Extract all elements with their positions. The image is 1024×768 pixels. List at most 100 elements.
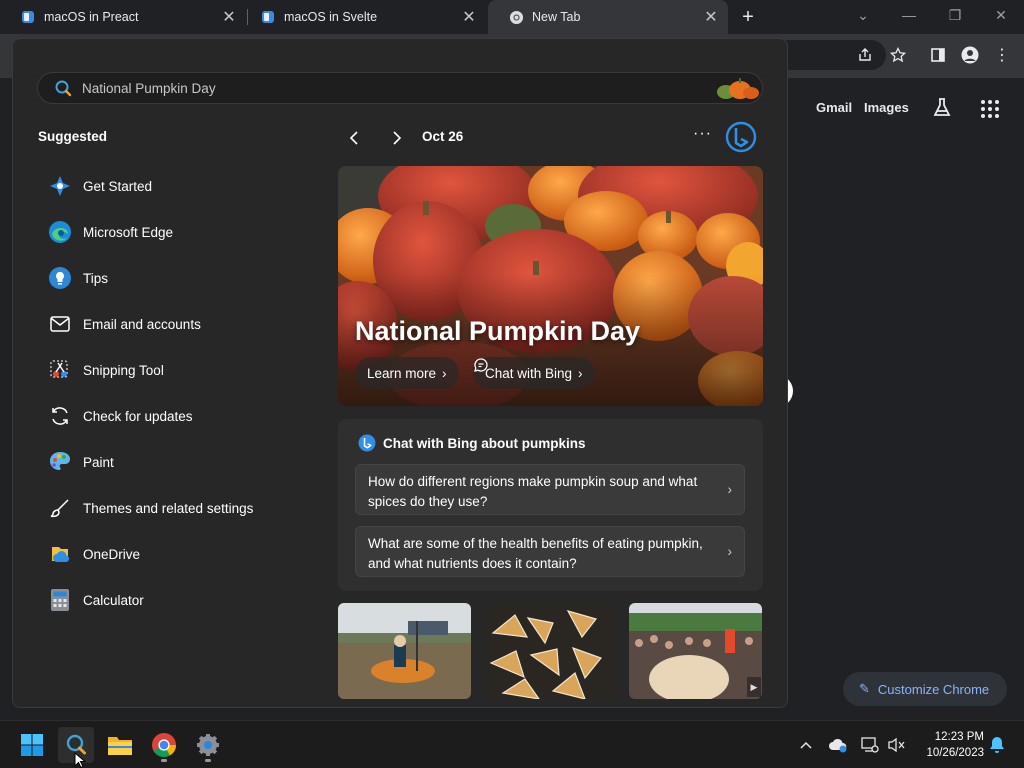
file-explorer-button[interactable] <box>102 727 138 763</box>
suggested-apps-list: Get Started Microsoft Edge Tips Email an… <box>47 163 317 623</box>
windows-search-panel: National Pumpkin Day Suggested Get Start… <box>12 38 788 708</box>
tips-icon <box>47 265 73 291</box>
refresh-icon <box>47 403 73 429</box>
chat-suggestion-text: How do different regions make pumpkin so… <box>368 474 698 509</box>
app-item-onedrive[interactable]: OneDrive <box>47 531 317 577</box>
app-label: Themes and related settings <box>83 500 254 516</box>
bing-chat-icon[interactable] <box>725 121 757 153</box>
app-label: Snipping Tool <box>83 362 164 378</box>
app-item-check-for-updates[interactable]: Check for updates <box>47 393 317 439</box>
app-label: Check for updates <box>83 408 193 424</box>
app-label: Paint <box>83 454 114 470</box>
macos-favicon-icon <box>260 9 276 25</box>
tab-macos-svelte[interactable]: macOS in Svelte ✕ <box>240 0 486 34</box>
next-day-button[interactable] <box>385 127 407 149</box>
suggested-heading: Suggested <box>38 129 108 144</box>
running-indicator <box>161 759 167 762</box>
search-icon <box>55 80 72 97</box>
tab-search-icon[interactable]: ⌄ <box>849 3 877 27</box>
highlight-date: Oct 26 <box>422 129 464 144</box>
pumpkins-search-highlight-icon <box>717 78 759 99</box>
bing-icon <box>358 434 376 452</box>
running-indicator <box>205 759 211 762</box>
volume-muted-icon[interactable] <box>886 735 906 755</box>
brush-icon <box>47 495 73 521</box>
start-icon <box>21 734 43 756</box>
customize-chrome-label: Customize Chrome <box>877 681 990 697</box>
start-button[interactable] <box>14 727 50 763</box>
mail-icon <box>47 311 73 337</box>
pumpkin-boat-thumbnail[interactable] <box>338 603 471 699</box>
search-highlight-hero[interactable]: National Pumpkin Day Learn more › Chat w… <box>338 166 763 406</box>
giant-pumpkin-thumbnail[interactable] <box>629 603 762 699</box>
restore-icon[interactable]: ❐ <box>941 3 969 27</box>
app-item-snipping-tool[interactable]: Snipping Tool <box>47 347 317 393</box>
app-item-themes-settings[interactable]: Themes and related settings <box>47 485 317 531</box>
learn-more-label: Learn more <box>367 365 437 381</box>
search-query-text: National Pumpkin Day <box>82 80 216 96</box>
app-label: Get Started <box>83 178 153 194</box>
bookmark-star-icon[interactable] <box>887 44 909 66</box>
app-label: Email and accounts <box>83 316 201 332</box>
close-tab-icon[interactable]: ✕ <box>220 8 238 26</box>
thumbnails-next-arrow[interactable]: ▶ <box>747 677 761 697</box>
tab-title: macOS in Svelte <box>284 10 378 24</box>
calculator-icon <box>47 587 73 613</box>
chat-suggestion-1[interactable]: How do different regions make pumpkin so… <box>355 464 745 515</box>
app-label: Calculator <box>83 592 144 608</box>
app-item-paint[interactable]: Paint <box>47 439 317 485</box>
chat-with-bing-label: Chat with Bing <box>485 365 573 381</box>
close-tab-icon[interactable]: ✕ <box>702 8 720 26</box>
clock-time: 12:23 PM <box>934 731 984 743</box>
new-tab-button[interactable]: + <box>736 5 760 29</box>
tab-macos-preact[interactable]: macOS in Preact ✕ <box>0 0 246 34</box>
macos-favicon-icon <box>20 9 36 25</box>
settings-icon <box>197 734 219 756</box>
previous-day-button[interactable] <box>344 127 366 149</box>
app-item-get-started[interactable]: Get Started <box>47 163 317 209</box>
chevron-right-icon: › <box>727 544 733 559</box>
chrome-taskbar-button[interactable] <box>146 727 182 763</box>
close-window-icon[interactable]: ✕ <box>987 3 1015 27</box>
labs-flask-icon[interactable] <box>930 96 954 125</box>
side-panel-icon[interactable] <box>927 44 949 66</box>
app-item-tips[interactable]: Tips <box>47 255 317 301</box>
windows-search-input[interactable]: National Pumpkin Day <box>37 72 763 104</box>
close-tab-icon[interactable]: ✕ <box>460 8 478 26</box>
learn-more-button[interactable]: Learn more › <box>355 357 459 389</box>
pencil-icon: ✎ <box>859 681 870 696</box>
app-item-email-and-accounts[interactable]: Email and accounts <box>47 301 317 347</box>
get-started-icon <box>47 173 73 199</box>
settings-taskbar-button[interactable] <box>190 727 226 763</box>
onedrive-tray-icon[interactable] <box>828 735 848 755</box>
browser-tab-strip: macOS in Preact ✕ macOS in Svelte ✕ New … <box>0 0 1024 34</box>
paint-icon <box>47 449 73 475</box>
gmail-link[interactable]: Gmail <box>816 100 852 115</box>
profile-icon[interactable] <box>959 44 981 66</box>
network-icon[interactable] <box>860 735 880 755</box>
minimize-icon[interactable]: — <box>895 3 923 27</box>
tab-new-tab[interactable]: New Tab ✕ <box>488 0 728 34</box>
chrome-icon <box>152 733 176 758</box>
app-item-calculator[interactable]: Calculator <box>47 577 317 623</box>
hero-title: National Pumpkin Day <box>355 316 641 346</box>
chat-with-bing-button[interactable]: Chat with Bing › <box>473 357 595 389</box>
taskbar-clock[interactable]: 12:23 PM 10/26/2023 <box>914 729 984 761</box>
chat-suggestion-2[interactable]: What are some of the health benefits of … <box>355 526 745 577</box>
chrome-menu-icon[interactable]: ⋮ <box>991 44 1013 66</box>
chat-suggestion-text: What are some of the health benefits of … <box>368 536 703 571</box>
app-label: OneDrive <box>83 546 141 562</box>
apps-grid-icon[interactable] <box>980 99 1000 124</box>
show-hidden-icons-chevron-icon[interactable] <box>796 735 816 755</box>
notifications-bell-icon[interactable] <box>987 735 1007 755</box>
customize-chrome-button[interactable]: ✎ Customize Chrome <box>843 672 1007 706</box>
pumpkin-pastries-thumbnail[interactable] <box>483 603 616 699</box>
chat-bubble-icon <box>474 358 488 372</box>
images-link[interactable]: Images <box>864 100 909 115</box>
chat-card-title: Chat with Bing about pumpkins <box>383 435 586 451</box>
windows-taskbar: 12:23 PM 10/26/2023 <box>0 720 1024 768</box>
more-options-button[interactable]: ··· <box>693 125 712 143</box>
share-icon[interactable] <box>854 44 876 66</box>
chat-card-header: Chat with Bing about pumpkins <box>358 434 586 452</box>
app-item-microsoft-edge[interactable]: Microsoft Edge <box>47 209 317 255</box>
